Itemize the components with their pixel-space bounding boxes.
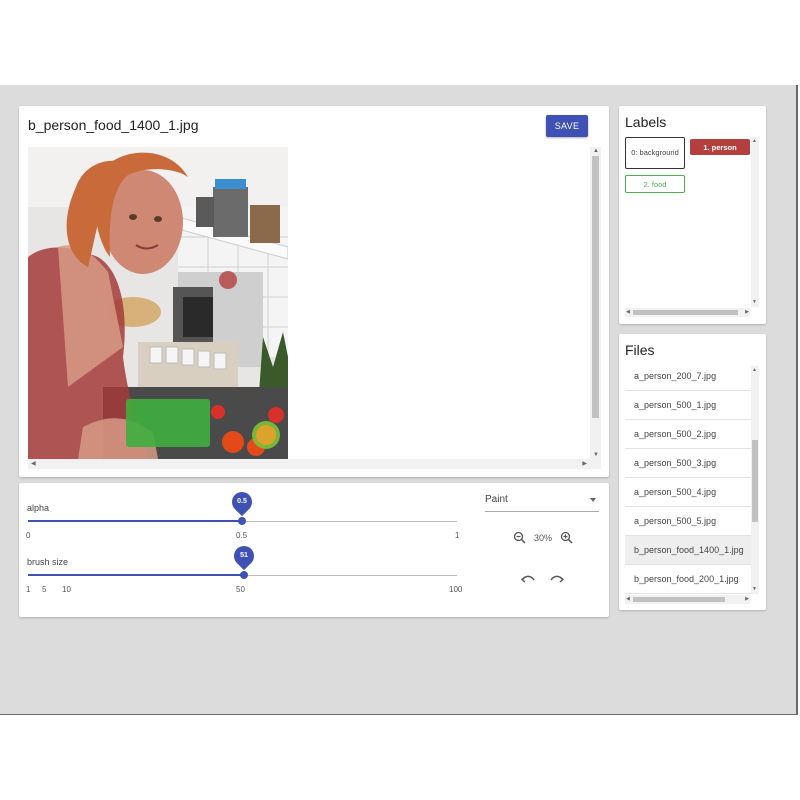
brush-tick-10: 10 [62, 585, 71, 594]
brush-size-value: 51 [240, 551, 248, 559]
undo-icon [521, 575, 535, 583]
scroll-right-icon[interactable]: ▶ [582, 461, 587, 467]
scroll-left-icon[interactable]: ◀ [31, 461, 36, 467]
scroll-right-icon[interactable]: ▶ [745, 597, 749, 602]
brush-size-track-fill [28, 574, 244, 576]
scroll-up-icon[interactable]: ▲ [752, 368, 757, 373]
alpha-value: 0.5 [237, 497, 247, 505]
labels-vertical-scrollbar[interactable]: ▲ ▼ [751, 137, 759, 307]
file-item[interactable]: a_person_500_4.jpg [625, 478, 751, 507]
scrollbar-thumb[interactable] [633, 310, 738, 315]
labels-title: Labels [625, 114, 667, 130]
scrollbar-thumb[interactable] [592, 156, 599, 418]
brush-tick-1: 1 [26, 585, 31, 594]
labels-panel: Labels 0: background 1. person 2. food ▲… [619, 106, 766, 324]
labels-horizontal-scrollbar[interactable]: ◀ ▶ [625, 308, 750, 317]
file-item[interactable]: a_person_200_7.jpg [625, 366, 751, 391]
tool-controls-panel: alpha 0.5 0 0.5 1 brush size 51 1 5 10 5… [19, 483, 609, 617]
image-filename: b_person_food_1400_1.jpg [28, 117, 199, 133]
annotation-canvas[interactable]: ▲ ▼ ◀ ▶ [28, 147, 601, 469]
zoom-out-button[interactable] [512, 530, 526, 544]
segmented-photo[interactable] [28, 147, 288, 459]
scroll-down-icon[interactable]: ▼ [752, 300, 757, 305]
files-horizontal-scrollbar[interactable]: ◀ ▶ [625, 595, 750, 604]
scroll-up-icon[interactable]: ▲ [752, 139, 757, 144]
mode-select[interactable]: Paint [485, 490, 599, 512]
file-item[interactable]: a_person_500_5.jpg [625, 507, 751, 536]
brush-size-label: brush size [27, 557, 69, 567]
brush-size-thumb[interactable] [240, 571, 248, 579]
brush-tick-50: 50 [236, 585, 245, 594]
unused [521, 656, 535, 670]
file-item-selected[interactable]: b_person_food_1400_1.jpg [625, 536, 751, 565]
label-chip-background[interactable]: 0: background [625, 137, 685, 169]
file-item[interactable]: a_person_500_2.jpg [625, 420, 751, 449]
brush-tick-100: 100 [449, 585, 463, 594]
zoom-level: 30% [534, 533, 553, 543]
zoom-in-icon [560, 531, 573, 544]
alpha-tick-max: 1 [455, 531, 460, 540]
label-chip-person[interactable]: 1. person [690, 139, 750, 155]
scroll-up-icon[interactable]: ▲ [593, 148, 599, 154]
file-item[interactable]: b_person_food_200_1.jpg [625, 565, 751, 594]
canvas-horizontal-scrollbar[interactable]: ◀ ▶ [28, 459, 601, 469]
labels-list: 0: background 1. person 2. food ▲ ▼ ◀ ▶ [625, 137, 759, 319]
scrollbar-thumb[interactable] [752, 440, 758, 522]
files-list: a_person_200_7.jpg a_person_500_1.jpg a_… [625, 366, 759, 604]
file-item[interactable]: a_person_500_3.jpg [625, 449, 751, 478]
file-item[interactable]: a_person_500_1.jpg [625, 391, 751, 420]
label-chip-food[interactable]: 2. food [625, 175, 685, 193]
editor-panel: b_person_food_1400_1.jpg SAVE ▲ ▼ ◀ ▶ [19, 106, 609, 477]
scrollbar-thumb[interactable] [633, 597, 725, 602]
files-panel: Files a_person_200_7.jpg a_person_500_1.… [619, 334, 766, 610]
brush-tick-5: 5 [42, 585, 47, 594]
scroll-right-icon[interactable]: ▶ [745, 310, 749, 315]
alpha-label: alpha [27, 503, 50, 513]
mode-select-value: Paint [485, 494, 508, 505]
alpha-tick-mid: 0.5 [236, 531, 248, 540]
app-background: b_person_food_1400_1.jpg SAVE ▲ ▼ ◀ ▶ al… [0, 85, 798, 715]
zoom-in-button[interactable] [559, 530, 573, 544]
alpha-track-fill [28, 520, 242, 522]
scroll-down-icon[interactable]: ▼ [593, 452, 599, 458]
canvas-vertical-scrollbar[interactable]: ▲ ▼ [590, 147, 601, 459]
scroll-left-icon[interactable]: ◀ [626, 597, 630, 602]
alpha-tick-min: 0 [26, 531, 31, 540]
save-button[interactable]: SAVE [546, 115, 588, 137]
redo-button[interactable] [550, 572, 564, 586]
scroll-left-icon[interactable]: ◀ [626, 310, 630, 315]
alpha-thumb[interactable] [238, 517, 246, 525]
undo-button[interactable] [521, 572, 535, 586]
files-vertical-scrollbar[interactable]: ▲ ▼ [751, 366, 759, 594]
redo-icon [550, 575, 564, 583]
files-title: Files [625, 342, 655, 358]
chevron-down-icon [590, 498, 596, 502]
zoom-out-icon [513, 531, 526, 544]
scroll-down-icon[interactable]: ▼ [752, 587, 757, 592]
